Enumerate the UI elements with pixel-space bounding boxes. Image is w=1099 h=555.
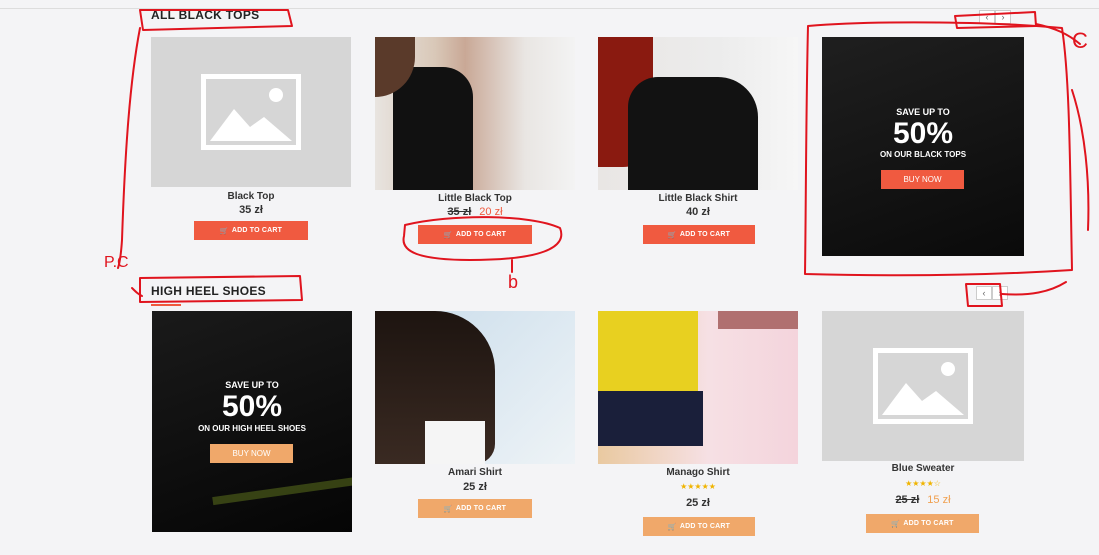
add-to-cart-button[interactable]: 🛒 ADD TO CART bbox=[643, 517, 755, 536]
carousel-prev-button[interactable]: ‹ bbox=[979, 10, 995, 24]
shelf-bottles bbox=[718, 311, 798, 329]
product-name[interactable]: Black Top bbox=[151, 191, 351, 202]
add-to-cart-button[interactable]: 🛒 ADD TO CART bbox=[194, 221, 308, 240]
product-card-black-top: Black Top 35 zł 🛒 ADD TO CART bbox=[151, 37, 351, 247]
product-name[interactable]: Manago Shirt bbox=[598, 467, 798, 478]
image-placeholder-icon bbox=[873, 348, 973, 424]
white-shirt bbox=[425, 421, 485, 464]
shoe-accent bbox=[212, 474, 352, 506]
product-image[interactable] bbox=[822, 311, 1024, 461]
product-price: 25 zł bbox=[463, 481, 487, 493]
product-card-little-black-shirt: Little Black Shirt 40 zł 🛒 ADD TO CART bbox=[598, 37, 798, 247]
cart-icon: 🛒 bbox=[219, 227, 229, 235]
promo-line: ON OUR HIGH HEEL SHOES bbox=[198, 424, 306, 433]
rating-stars: ★★★★☆ bbox=[905, 479, 941, 488]
old-price: 25 zł bbox=[895, 494, 920, 506]
promo-save-text: SAVE UP TO bbox=[225, 380, 279, 390]
cart-icon: 🛒 bbox=[443, 505, 453, 513]
buy-now-button[interactable]: BUY NOW bbox=[210, 444, 293, 463]
section-title-black-tops: ALL BLACK TOPS bbox=[151, 8, 259, 22]
section-title-underline bbox=[151, 304, 181, 306]
annotation-c-label: C bbox=[1072, 28, 1088, 53]
black-shirt-garment bbox=[628, 77, 758, 190]
product-price: 35 zł 20 zł bbox=[375, 206, 575, 218]
sale-price: 20 zł bbox=[479, 206, 503, 218]
annotation-bottom-arrow bbox=[1001, 281, 1067, 296]
product-price: 25 zł 15 zł bbox=[822, 494, 1024, 506]
promo-line: ON OUR BLACK TOPS bbox=[879, 150, 967, 159]
add-to-cart-button[interactable]: 🛒 ADD TO CART bbox=[418, 499, 532, 518]
section-title-high-heel-shoes: HIGH HEEL SHOES bbox=[151, 284, 266, 306]
rating-stars: ★★★★★ bbox=[680, 482, 716, 491]
product-name[interactable]: Little Black Shirt bbox=[598, 193, 798, 204]
section-title-text: ALL BLACK TOPS bbox=[151, 8, 260, 22]
promo-banner-high-heels[interactable]: SAVE UP TO 50% ON OUR HIGH HEEL SHOES BU… bbox=[152, 311, 352, 532]
annotation-pc-label: P.C bbox=[104, 254, 129, 271]
annotation-right-bracket bbox=[1071, 89, 1090, 231]
cart-icon: 🛒 bbox=[667, 523, 677, 531]
product-price: 35 zł bbox=[239, 204, 263, 216]
product-image[interactable] bbox=[375, 37, 575, 190]
product-image[interactable] bbox=[598, 311, 798, 464]
carousel-nav-top: ‹ › bbox=[979, 10, 1011, 24]
promo-percent: 50% bbox=[221, 390, 283, 423]
cart-icon: 🛒 bbox=[891, 520, 901, 528]
carousel-nav-bottom: ‹ › bbox=[976, 286, 1008, 300]
product-card-little-black-top: Little Black Top 35 zł 20 zł 🛒 ADD TO CART bbox=[375, 37, 575, 247]
annotation-pc-arrow bbox=[131, 287, 143, 297]
add-to-cart-button[interactable]: 🛒 ADD TO CART bbox=[418, 225, 532, 244]
cart-icon: 🛒 bbox=[667, 231, 677, 239]
sale-price: 15 zł bbox=[927, 494, 951, 506]
navy-skirt bbox=[598, 391, 703, 446]
product-card-amari-shirt: Amari Shirt 25 zł 🛒 ADD TO CART bbox=[375, 311, 575, 521]
promo-save-text: SAVE UP TO bbox=[896, 107, 950, 117]
add-to-cart-button[interactable]: 🛒 ADD TO CART bbox=[643, 225, 755, 244]
black-top-garment bbox=[393, 67, 473, 190]
product-name[interactable]: Little Black Top bbox=[375, 193, 575, 204]
promo-percent: 50% bbox=[892, 117, 954, 150]
add-to-cart-button[interactable]: 🛒 ADD TO CART bbox=[866, 514, 979, 533]
carousel-prev-button[interactable]: ‹ bbox=[976, 286, 992, 300]
product-card-blue-sweater: Blue Sweater ★★★★☆ 25 zł 15 zł 🛒 ADD TO CA… bbox=[822, 311, 1024, 541]
annotation-b-label: b bbox=[508, 272, 519, 292]
buy-now-button[interactable]: BUY NOW bbox=[881, 170, 964, 189]
yellow-shirt bbox=[598, 311, 698, 396]
carousel-next-button[interactable]: › bbox=[992, 286, 1008, 300]
product-image[interactable] bbox=[151, 37, 351, 187]
product-name[interactable]: Amari Shirt bbox=[375, 467, 575, 478]
product-image[interactable] bbox=[598, 37, 798, 190]
product-price: 40 zł bbox=[686, 206, 710, 218]
product-name[interactable]: Blue Sweater bbox=[822, 463, 1024, 474]
product-price: 25 zł bbox=[686, 497, 710, 509]
cart-icon: 🛒 bbox=[443, 231, 453, 239]
promo-banner-black-tops[interactable]: SAVE UP TO 50% ON OUR BLACK TOPS BUY NOW bbox=[822, 37, 1024, 256]
carousel-next-button[interactable]: › bbox=[995, 10, 1011, 24]
annotation-left-bracket bbox=[117, 27, 141, 269]
old-price: 35 zł bbox=[447, 206, 472, 218]
product-card-manago-shirt: Manago Shirt ★★★★★ 25 zł 🛒 ADD TO CART bbox=[598, 311, 798, 541]
section-title-text: HIGH HEEL SHOES bbox=[151, 284, 266, 298]
image-placeholder-icon bbox=[201, 74, 301, 150]
product-image[interactable] bbox=[375, 311, 575, 464]
